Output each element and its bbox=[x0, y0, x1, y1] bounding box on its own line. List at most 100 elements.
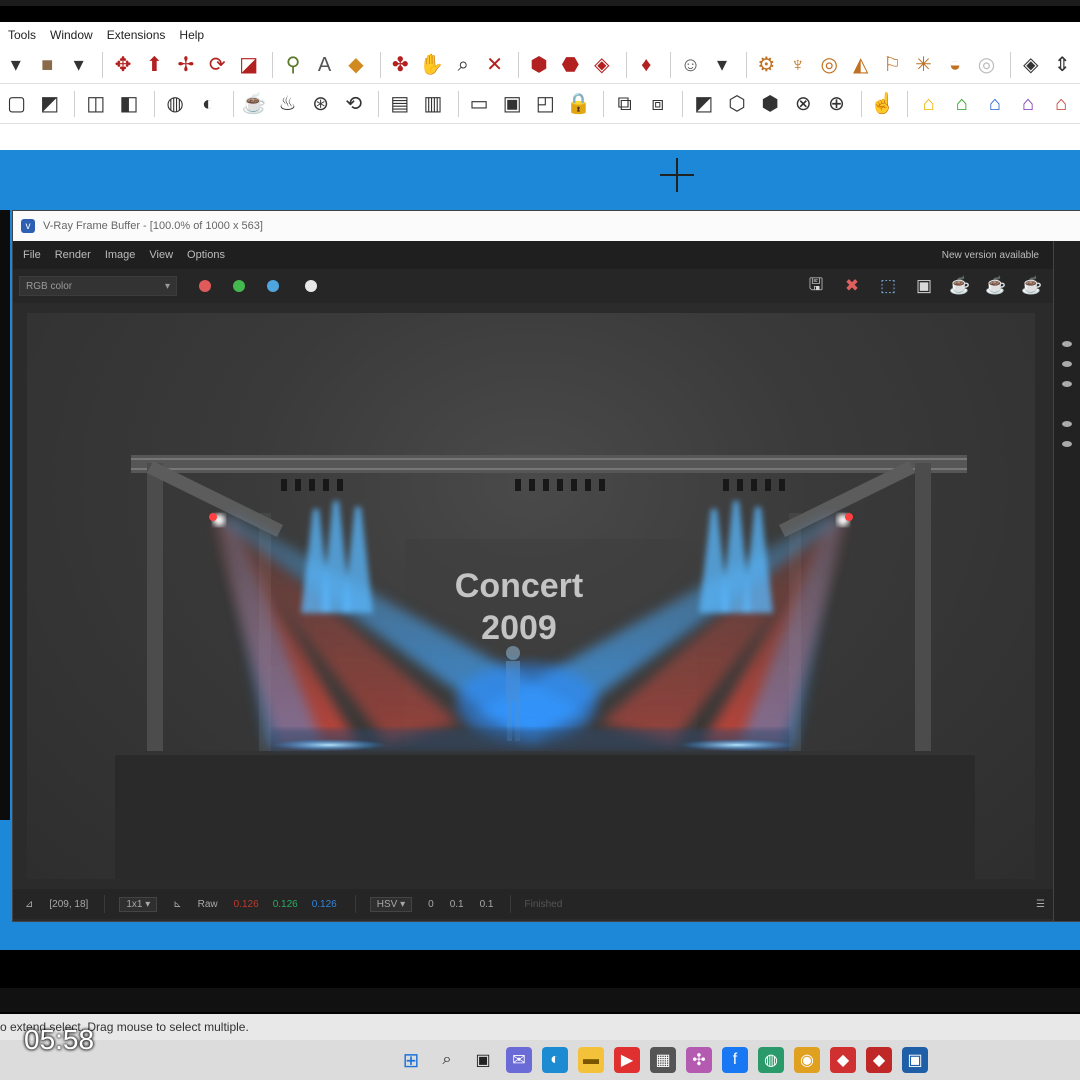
vfb-menu-options[interactable]: Options bbox=[187, 249, 225, 261]
eye-icon[interactable] bbox=[1062, 381, 1072, 387]
vfb-menu-file[interactable]: File bbox=[23, 249, 41, 261]
menu-tools[interactable]: Tools bbox=[8, 28, 36, 42]
new-version-link[interactable]: New version available bbox=[942, 250, 1039, 261]
app-icon[interactable]: ▣ bbox=[902, 1047, 928, 1073]
vfb-menu-image[interactable]: Image bbox=[105, 249, 136, 261]
track-mouse-icon[interactable]: ▣ bbox=[911, 273, 937, 299]
menu-help[interactable]: Help bbox=[179, 28, 204, 42]
pushpull-icon[interactable]: ⬆ bbox=[141, 50, 168, 80]
alpha-channel-toggle[interactable] bbox=[305, 280, 317, 292]
house-green-icon[interactable]: ⌂ bbox=[947, 89, 976, 119]
interactive-render-icon[interactable]: ♨ bbox=[273, 89, 302, 119]
move-arrows-icon[interactable]: ✢ bbox=[172, 50, 199, 80]
section-plane-icon[interactable]: ◰ bbox=[531, 89, 560, 119]
zoom-select[interactable]: 1x1 ▾ bbox=[119, 896, 158, 912]
scroll-arrows-icon[interactable]: ⇕ bbox=[1049, 50, 1076, 80]
eye-icon[interactable] bbox=[1062, 441, 1072, 447]
frame-buffer-icon[interactable]: ▤ bbox=[385, 89, 414, 119]
pixel-info-icon[interactable]: ⊿ bbox=[25, 899, 33, 910]
proxy-icon[interactable]: ◩ bbox=[689, 89, 718, 119]
vray-mesh-light-icon[interactable]: ◎ bbox=[973, 50, 1000, 80]
dropdown-icon[interactable]: ▾ bbox=[708, 50, 735, 80]
measure-icon[interactable]: ⊾ bbox=[173, 899, 181, 910]
vray-sphere-light-icon[interactable]: ◎ bbox=[816, 50, 843, 80]
vfb-layers-panel[interactable] bbox=[1053, 241, 1080, 921]
cloud-render-icon[interactable]: ⊛ bbox=[306, 89, 335, 119]
save-icon[interactable]: 🖫 bbox=[803, 273, 829, 299]
log-icon[interactable]: ☰ bbox=[1036, 899, 1045, 910]
house-purple-icon[interactable]: ⌂ bbox=[1014, 89, 1043, 119]
windows-start-icon[interactable]: ⊞ bbox=[398, 1047, 424, 1073]
youtube-icon[interactable]: ▶ bbox=[614, 1047, 640, 1073]
globe-icon[interactable]: ◍ bbox=[758, 1047, 784, 1073]
plane-icon[interactable]: ⬢ bbox=[756, 89, 785, 119]
menu-window[interactable]: Window bbox=[50, 28, 93, 42]
eye-icon[interactable] bbox=[1062, 341, 1072, 347]
refresh-render-icon[interactable]: ⟲ bbox=[339, 89, 368, 119]
vfb-menu-render[interactable]: Render bbox=[55, 249, 91, 261]
vray-options-icon[interactable]: ◐ bbox=[194, 89, 223, 119]
chat-icon[interactable]: ✉ bbox=[506, 1047, 532, 1073]
text-icon[interactable]: A bbox=[311, 50, 338, 80]
house-red-icon[interactable]: ⌂ bbox=[1047, 89, 1076, 119]
component-icon[interactable]: ◫ bbox=[81, 89, 110, 119]
lock-icon[interactable]: 🔒 bbox=[564, 89, 593, 119]
material-icon[interactable]: ■ bbox=[33, 50, 60, 80]
tags-icon[interactable]: ⧈ bbox=[643, 89, 672, 119]
outliner-icon[interactable]: ⧉ bbox=[610, 89, 639, 119]
vfb-titlebar[interactable]: v V-Ray Frame Buffer - [100.0% of 1000 x… bbox=[13, 211, 1080, 241]
blue-channel-toggle[interactable] bbox=[267, 280, 279, 292]
teapot-icon[interactable]: ☕ bbox=[240, 89, 269, 119]
house-yellow-icon[interactable]: ⌂ bbox=[914, 89, 943, 119]
vray-light-icon[interactable]: ♆ bbox=[784, 50, 811, 80]
eye-icon[interactable] bbox=[1062, 421, 1072, 427]
sketchup-2-icon[interactable]: ◆ bbox=[866, 1047, 892, 1073]
pan-icon[interactable]: ✋ bbox=[418, 50, 445, 80]
eye-icon[interactable] bbox=[1062, 361, 1072, 367]
search-icon[interactable]: ⌕ bbox=[434, 1047, 460, 1073]
clipper-icon[interactable]: ⊕ bbox=[822, 89, 851, 119]
sketchup-icon[interactable]: ◆ bbox=[830, 1047, 856, 1073]
fur-icon[interactable]: ⬡ bbox=[722, 89, 751, 119]
vray-asset-icon[interactable]: ⚙ bbox=[753, 50, 780, 80]
edge-icon[interactable]: ◐ bbox=[542, 1047, 568, 1073]
teams-icon[interactable]: ✣ bbox=[686, 1047, 712, 1073]
vfb-menu-view[interactable]: View bbox=[149, 249, 173, 261]
vray-omni-light-icon[interactable]: ✳ bbox=[910, 50, 937, 80]
green-channel-toggle[interactable] bbox=[233, 280, 245, 292]
zoom-extents-icon[interactable]: ✕ bbox=[481, 50, 508, 80]
calculator-icon[interactable]: ▦ bbox=[650, 1047, 676, 1073]
ruby-icon[interactable]: ♦ bbox=[632, 50, 659, 80]
zoom-icon[interactable]: ⌕ bbox=[449, 50, 476, 80]
file-explorer-icon[interactable]: ▬ bbox=[578, 1047, 604, 1073]
group-icon[interactable]: ◧ bbox=[114, 89, 143, 119]
rotate-icon[interactable]: ⟳ bbox=[204, 50, 231, 80]
navigate-icon[interactable]: ◈ bbox=[1017, 50, 1044, 80]
vray-ies-light-icon[interactable]: ⚐ bbox=[878, 50, 905, 80]
warehouse-icon[interactable]: ⬢ bbox=[525, 50, 552, 80]
vray-spot-light-icon[interactable]: ◭ bbox=[847, 50, 874, 80]
hand-tool-icon[interactable]: ☝ bbox=[868, 89, 897, 119]
layout-icon[interactable]: ◈ bbox=[588, 50, 615, 80]
red-channel-toggle[interactable] bbox=[199, 280, 211, 292]
user-icon[interactable]: ☺ bbox=[677, 50, 704, 80]
menu-extensions[interactable]: Extensions bbox=[107, 28, 166, 42]
chrome-icon[interactable]: ◉ bbox=[794, 1047, 820, 1073]
orbit-icon[interactable]: ✤ bbox=[387, 50, 414, 80]
box-icon[interactable]: ▢ bbox=[2, 89, 31, 119]
section-fill-icon[interactable]: ▣ bbox=[498, 89, 527, 119]
interactive-render-icon[interactable]: ☕ bbox=[947, 273, 973, 299]
section-icon[interactable]: ▭ bbox=[465, 89, 494, 119]
channel-select[interactable]: RGB color ▾ bbox=[19, 276, 177, 296]
dropdown-icon[interactable]: ▾ bbox=[65, 50, 92, 80]
paint-bucket-icon[interactable]: ◆ bbox=[342, 50, 369, 80]
stop-render-icon[interactable]: ☕ bbox=[983, 273, 1009, 299]
vray-material-icon[interactable]: ◍ bbox=[161, 89, 190, 119]
clear-image-icon[interactable]: ✖ bbox=[839, 273, 865, 299]
facebook-icon[interactable]: f bbox=[722, 1047, 748, 1073]
extension-warehouse-icon[interactable]: ⬣ bbox=[557, 50, 584, 80]
render-preview[interactable]: Concert 2009 bbox=[27, 313, 1035, 879]
task-view-icon[interactable]: ▣ bbox=[470, 1047, 496, 1073]
region-render-icon[interactable]: ⬚ bbox=[875, 273, 901, 299]
vray-dome-light-icon[interactable]: ◒ bbox=[941, 50, 968, 80]
